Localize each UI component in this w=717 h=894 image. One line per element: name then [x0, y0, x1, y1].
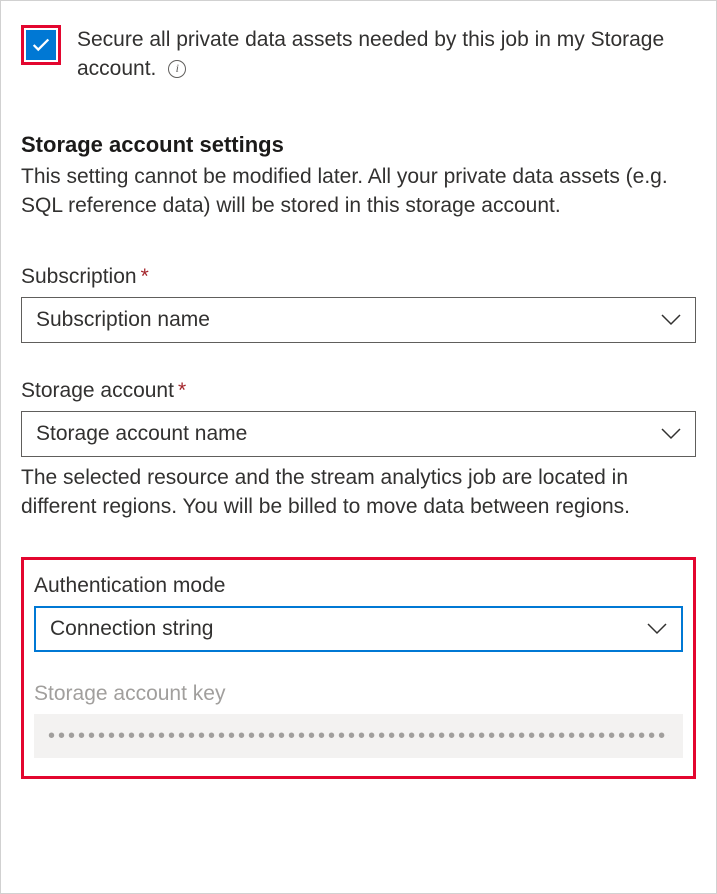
subscription-value: Subscription name — [36, 308, 210, 332]
chevron-down-icon — [661, 314, 681, 326]
auth-mode-dropdown[interactable]: Connection string — [34, 606, 683, 652]
chevron-down-icon — [661, 428, 681, 440]
required-asterisk-icon: * — [141, 265, 149, 288]
section-description: This setting cannot be modified later. A… — [21, 162, 696, 221]
section-heading: Storage account settings — [21, 132, 696, 158]
secure-data-checkbox[interactable] — [26, 30, 56, 60]
checkmark-icon — [30, 34, 52, 56]
storage-settings-panel: Secure all private data assets needed by… — [0, 0, 717, 894]
secure-data-checkbox-label: Secure all private data assets needed by… — [77, 25, 696, 84]
subscription-label: Subscription* — [21, 265, 696, 289]
storage-key-masked-value: ••••••••••••••••••••••••••••••••••••••••… — [48, 725, 669, 748]
storage-key-input[interactable]: ••••••••••••••••••••••••••••••••••••••••… — [34, 714, 683, 758]
required-asterisk-icon: * — [178, 379, 186, 402]
secure-data-checkbox-row: Secure all private data assets needed by… — [21, 25, 696, 84]
checkbox-highlight-border — [21, 25, 61, 65]
auth-mode-label: Authentication mode — [34, 574, 683, 598]
authentication-highlight-box: Authentication mode Connection string St… — [21, 557, 696, 779]
subscription-field-group: Subscription* Subscription name — [21, 265, 696, 343]
storage-account-field-group: Storage account* Storage account name Th… — [21, 379, 696, 522]
storage-account-hint: The selected resource and the stream ana… — [21, 463, 696, 522]
checkbox-label-text: Secure all private data assets needed by… — [77, 28, 664, 80]
storage-key-field-group: Storage account key ••••••••••••••••••••… — [34, 682, 683, 758]
storage-account-label: Storage account* — [21, 379, 696, 403]
storage-account-dropdown[interactable]: Storage account name — [21, 411, 696, 457]
subscription-dropdown[interactable]: Subscription name — [21, 297, 696, 343]
auth-mode-value: Connection string — [50, 617, 213, 641]
info-icon[interactable]: i — [168, 60, 186, 78]
storage-key-label: Storage account key — [34, 682, 683, 706]
subscription-label-text: Subscription — [21, 265, 137, 288]
storage-account-value: Storage account name — [36, 422, 247, 446]
chevron-down-icon — [647, 623, 667, 635]
storage-account-label-text: Storage account — [21, 379, 174, 402]
auth-mode-field-group: Authentication mode Connection string — [34, 574, 683, 652]
